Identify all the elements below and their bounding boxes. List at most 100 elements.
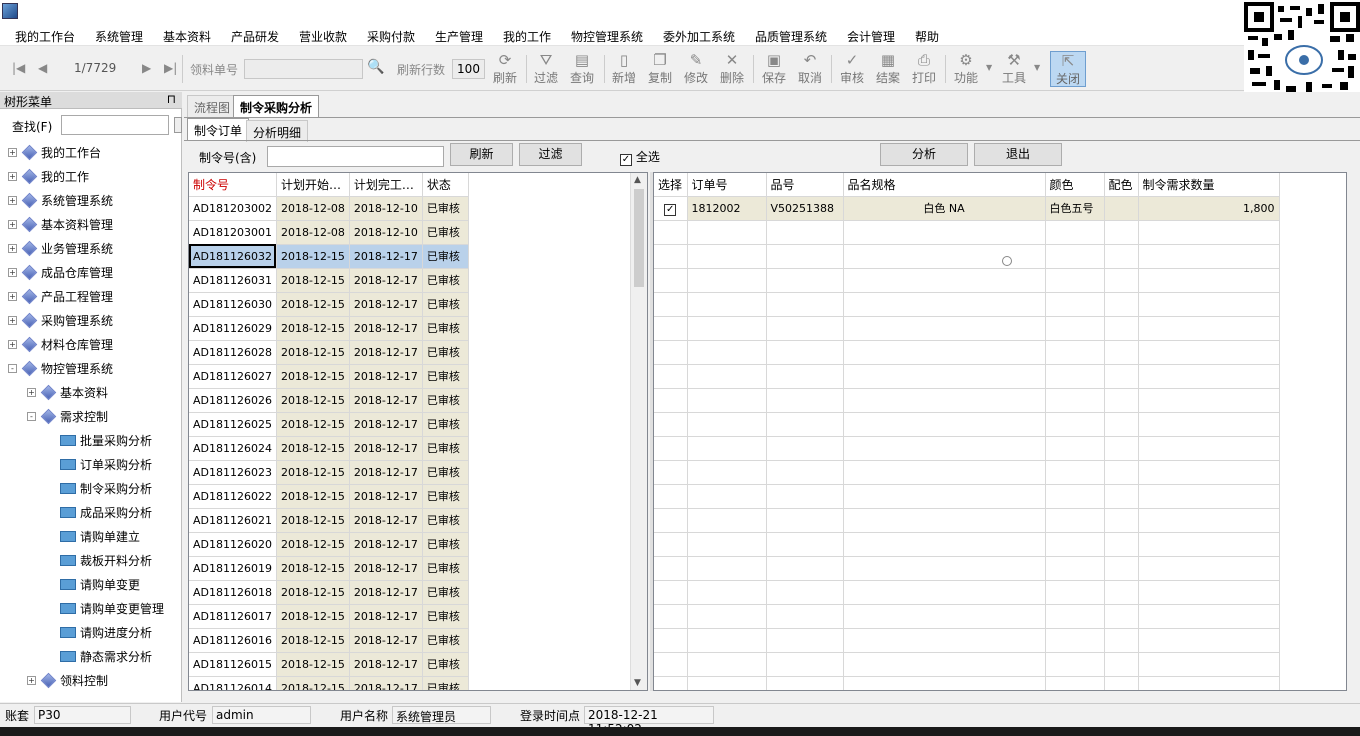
analyze-button[interactable]: 分析 (880, 143, 968, 166)
tree-node[interactable]: - 物控管理系统 (8, 358, 113, 380)
tab-production-orders[interactable]: 制令订单 (187, 118, 250, 140)
table-cell[interactable]: 2018-12-17 (349, 580, 423, 605)
select-all-checkbox[interactable]: ✓ 全选 (620, 148, 660, 166)
table-cell[interactable]: 1812002 (687, 196, 767, 221)
column-header[interactable]: 品号 (766, 173, 844, 197)
table-cell[interactable]: AD181126028 (189, 340, 277, 365)
table-cell[interactable]: 2018-12-15 (276, 460, 350, 485)
table-cell[interactable]: AD181126030 (189, 292, 277, 317)
table-cell[interactable]: 2018-12-15 (276, 532, 350, 557)
doc-no-input[interactable] (244, 59, 363, 79)
tree-node[interactable]: + 领料控制 (27, 670, 108, 692)
approve-button[interactable]: ✓ 审核 (837, 51, 867, 87)
table-cell[interactable]: 2018-12-17 (349, 628, 423, 653)
collapse-icon[interactable]: - (8, 364, 17, 373)
table-cell[interactable]: 2018-12-17 (349, 676, 423, 690)
table-cell[interactable]: 白色五号 (1045, 196, 1105, 221)
table-cell[interactable]: 2018-12-17 (349, 292, 423, 317)
table-cell[interactable]: 已审核 (422, 508, 469, 533)
table-cell[interactable]: AD181203002 (189, 196, 277, 221)
menu-sales[interactable]: 营业收款 (299, 28, 347, 45)
table-cell[interactable]: 已审核 (422, 388, 469, 413)
filter-apply-button[interactable]: 过滤 (519, 143, 582, 166)
table-cell[interactable]: AD181126016 (189, 628, 277, 653)
menu-material-control[interactable]: 物控管理系统 (571, 28, 643, 45)
table-cell[interactable]: 2018-12-17 (349, 268, 423, 293)
column-header[interactable]: 订单号 (687, 173, 767, 197)
tree-leaf[interactable]: 订单采购分析 (60, 454, 152, 476)
table-row[interactable]: AD181126028 2018-12-15 2018-12-17 已审核 (189, 340, 469, 365)
function-dropdown-icon[interactable]: ▼ (986, 63, 992, 72)
table-cell[interactable]: 已审核 (422, 460, 469, 485)
tree-node[interactable]: + 采购管理系统 (8, 310, 113, 332)
tree-leaf[interactable]: 请购单变更管理 (60, 598, 164, 620)
column-header[interactable]: 制令号 (189, 173, 277, 197)
table-cell[interactable]: AD181126020 (189, 532, 277, 557)
table-cell[interactable]: 2018-12-15 (276, 292, 350, 317)
column-header[interactable]: 状态 (422, 173, 469, 197)
refresh-button[interactable]: ⟳ 刷新 (490, 51, 520, 87)
tab-analysis-detail[interactable]: 分析明细 (246, 120, 309, 142)
menu-outsource[interactable]: 委外加工系统 (663, 28, 735, 45)
table-cell[interactable]: AD181126024 (189, 436, 277, 461)
menu-rd[interactable]: 产品研发 (231, 28, 279, 45)
table-cell[interactable]: V50251388 (766, 196, 844, 221)
tree-node[interactable]: + 系统管理系统 (8, 190, 113, 212)
table-cell[interactable]: AD181126027 (189, 364, 277, 389)
table-row[interactable]: AD181126023 2018-12-15 2018-12-17 已审核 (189, 460, 469, 485)
table-row[interactable]: ✓ 1812002 V50251388 白色 NA 白色五号 1,800 (654, 196, 1280, 221)
table-cell[interactable]: 2018-12-08 (276, 196, 350, 221)
table-cell[interactable]: 已审核 (422, 268, 469, 293)
table-cell[interactable]: 已审核 (422, 484, 469, 509)
table-cell[interactable]: AD181126021 (189, 508, 277, 533)
column-header[interactable]: 计划完工… (349, 173, 423, 197)
column-header[interactable]: 制令需求数量 (1138, 173, 1280, 197)
print-button[interactable]: ⎙ 打印 (909, 51, 939, 87)
table-row[interactable]: AD181126024 2018-12-15 2018-12-17 已审核 (189, 436, 469, 461)
table-row[interactable]: AD181126025 2018-12-15 2018-12-17 已审核 (189, 412, 469, 437)
table-row[interactable]: AD181126017 2018-12-15 2018-12-17 已审核 (189, 604, 469, 629)
table-row[interactable]: AD181126026 2018-12-15 2018-12-17 已审核 (189, 388, 469, 413)
table-cell[interactable]: AD181126019 (189, 556, 277, 581)
table-cell[interactable]: 2018-12-15 (276, 268, 350, 293)
table-row[interactable]: AD181126022 2018-12-15 2018-12-17 已审核 (189, 484, 469, 509)
left-grid-scrollbar[interactable]: ▲ ▼ (630, 173, 647, 690)
table-cell[interactable]: 已审核 (422, 244, 469, 269)
table-cell[interactable]: 已审核 (422, 340, 469, 365)
table-cell[interactable]: 2018-12-15 (276, 580, 350, 605)
table-cell[interactable] (1104, 196, 1139, 221)
table-cell[interactable]: 已审核 (422, 676, 469, 690)
table-cell[interactable]: 已审核 (422, 532, 469, 557)
menu-workbench[interactable]: 我的工作台 (15, 28, 75, 45)
tab-production-order-analysis[interactable]: 制令采购分析 (233, 95, 320, 117)
tree-node[interactable]: + 基本资料 (27, 382, 108, 404)
menu-mywork[interactable]: 我的工作 (503, 28, 551, 45)
column-header[interactable]: 选择 (654, 173, 688, 197)
table-row[interactable]: AD181126019 2018-12-15 2018-12-17 已审核 (189, 556, 469, 581)
order-no-input[interactable] (267, 146, 444, 167)
expand-icon[interactable]: + (8, 196, 17, 205)
tree-node[interactable]: + 材料仓库管理 (8, 334, 113, 356)
table-cell[interactable]: 2018-12-17 (349, 412, 423, 437)
table-cell[interactable]: AD181203001 (189, 220, 277, 245)
pin-icon[interactable]: ⊓ (167, 92, 176, 106)
table-row[interactable]: AD181126030 2018-12-15 2018-12-17 已审核 (189, 292, 469, 317)
expand-icon[interactable]: + (8, 268, 17, 277)
function-button[interactable]: ⚙ 功能 (951, 51, 981, 87)
table-cell[interactable]: AD181126031 (189, 268, 277, 293)
table-cell[interactable]: 2018-12-10 (349, 220, 423, 245)
table-cell[interactable]: 2018-12-08 (276, 220, 350, 245)
column-header[interactable]: 计划开始… (276, 173, 350, 197)
tree-leaf[interactable]: 请购单建立 (60, 526, 140, 548)
table-row[interactable]: AD181203002 2018-12-08 2018-12-10 已审核 (189, 196, 469, 221)
expand-icon[interactable]: + (8, 148, 17, 157)
tree-search-input[interactable] (61, 115, 169, 135)
table-row[interactable]: AD181126032 2018-12-15 2018-12-17 已审核 (189, 244, 469, 269)
table-cell[interactable]: AD181126014 (189, 676, 277, 690)
table-cell[interactable]: 已审核 (422, 196, 469, 221)
table-cell[interactable]: 2018-12-15 (276, 652, 350, 677)
table-row[interactable]: AD181126031 2018-12-15 2018-12-17 已审核 (189, 268, 469, 293)
expand-icon[interactable]: + (8, 244, 17, 253)
table-cell[interactable]: AD181126026 (189, 388, 277, 413)
table-cell[interactable]: 2018-12-15 (276, 484, 350, 509)
